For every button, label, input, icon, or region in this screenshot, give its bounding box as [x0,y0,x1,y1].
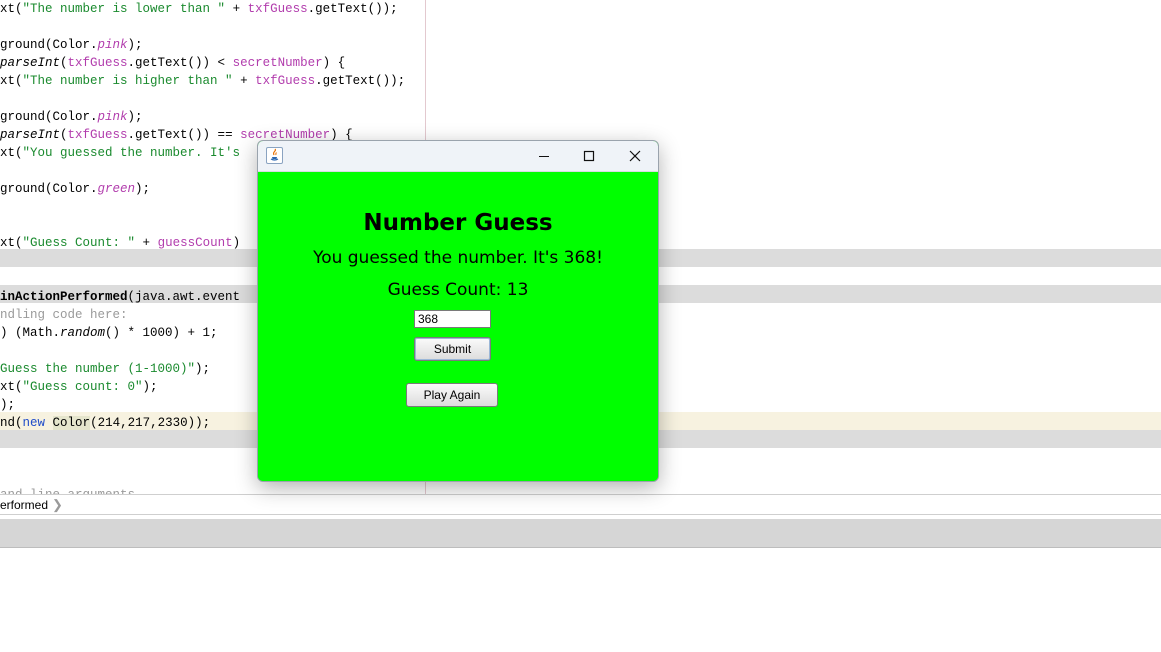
game-panel: Number Guess You guessed the number. It'… [258,172,658,481]
chevron-right-icon: ❯ [52,497,63,512]
code-line: xt("The number is higher than " + txfGue… [0,74,406,88]
code-line: parseInt(txfGuess.getText()) < secretNum… [0,56,346,70]
code-line: ndling code here: [0,308,128,322]
title-bar[interactable] [258,141,658,172]
breadcrumb-method[interactable]: erformed [0,498,48,512]
code-line: xt("You guessed the number. It's [0,146,241,160]
close-button[interactable] [612,141,658,171]
minimize-button[interactable] [521,141,567,171]
code-line: xt("Guess count: 0"); [0,380,158,394]
code-line: xt("Guess Count: " + guessCount) [0,236,241,250]
breadcrumb[interactable]: erformed ❯ [0,494,1161,515]
maximize-icon [583,150,595,162]
code-line: nd(new Color(214,217,2330)); [0,416,211,430]
game-title: Number Guess [363,210,553,236]
guess-input[interactable]: 368 [414,310,491,328]
close-icon [629,150,641,162]
submit-button[interactable]: Submit [414,337,491,361]
code-line: ground(Color.pink); [0,38,143,52]
number-guess-window: Number Guess You guessed the number. It'… [257,140,659,482]
code-line: ground(Color.green); [0,182,151,196]
code-line: inActionPerformed(java.awt.event [0,290,241,304]
code-line: Guess the number (1-1000)"); [0,362,211,376]
output-panel-strip [0,519,1161,548]
maximize-button[interactable] [566,141,612,171]
code-line: ground(Color.pink); [0,110,143,124]
minimize-icon [539,156,549,157]
code-line: ) (Math.random() * 1000) + 1; [0,326,218,340]
code-line: and line arguments [0,486,135,494]
play-again-button[interactable]: Play Again [406,383,498,407]
guess-count-label: Guess Count: 13 [387,280,529,300]
code-line: xt("The number is lower than " + txfGues… [0,2,398,16]
java-icon [266,147,283,164]
result-message: You guessed the number. It's 368! [313,248,603,268]
code-line: ); [0,398,16,412]
